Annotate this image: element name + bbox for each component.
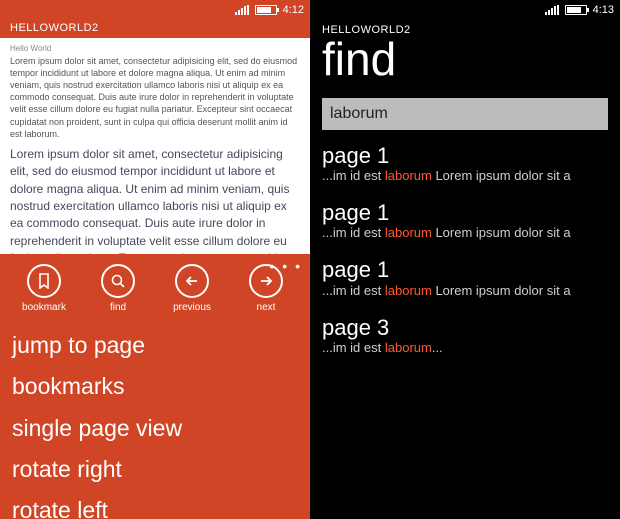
- status-bar: 4:12: [0, 0, 310, 18]
- result-page: page 3: [322, 316, 608, 340]
- search-result[interactable]: page 1...im id est laborum Lorem ipsum d…: [322, 201, 608, 240]
- menu-rotate-left[interactable]: rotate left: [12, 490, 298, 519]
- next-label: next: [257, 302, 276, 313]
- previous-button[interactable]: previous: [164, 264, 220, 313]
- overflow-menu: jump to page bookmarks single page view …: [0, 319, 310, 519]
- app-title: HELLOWORLD2: [0, 18, 310, 38]
- previous-icon: [175, 264, 209, 298]
- find-icon: [101, 264, 135, 298]
- search-input[interactable]: laborum: [322, 98, 608, 130]
- search-result[interactable]: page 1...im id est laborum Lorem ipsum d…: [322, 144, 608, 183]
- doc-paragraph-large: Lorem ipsum dolor sit amet, consectetur …: [10, 146, 300, 254]
- result-snippet: ...im id est laborum Lorem ipsum dolor s…: [322, 283, 608, 298]
- menu-jump-to-page[interactable]: jump to page: [12, 325, 298, 366]
- signal-icon: [545, 5, 559, 15]
- bookmark-label: bookmark: [22, 302, 66, 313]
- bookmark-button[interactable]: bookmark: [16, 264, 72, 313]
- doc-paragraph-small: Lorem ipsum dolor sit amet, consectetur …: [10, 55, 300, 140]
- menu-rotate-right[interactable]: rotate right: [12, 449, 298, 490]
- search-result[interactable]: page 1...im id est laborum Lorem ipsum d…: [322, 258, 608, 297]
- status-time: 4:13: [593, 4, 614, 16]
- result-page: page 1: [322, 201, 608, 225]
- result-snippet: ...im id est laborum Lorem ipsum dolor s…: [322, 168, 608, 183]
- bookmark-icon: [27, 264, 61, 298]
- document-viewport[interactable]: Hello World Lorem ipsum dolor sit amet, …: [0, 38, 310, 254]
- battery-icon: [565, 5, 587, 15]
- reader-screen: 4:12 HELLOWORLD2 Hello World Lorem ipsum…: [0, 0, 310, 519]
- previous-label: previous: [173, 302, 211, 313]
- doc-heading: Hello World: [10, 44, 300, 55]
- find-label: find: [110, 302, 126, 313]
- signal-icon: [235, 5, 249, 15]
- result-snippet: ...im id est laborum Lorem ipsum dolor s…: [322, 225, 608, 240]
- menu-bookmarks[interactable]: bookmarks: [12, 366, 298, 407]
- more-icon[interactable]: • • •: [270, 258, 302, 274]
- search-results: page 1...im id est laborum Lorem ipsum d…: [310, 144, 620, 355]
- status-time: 4:12: [283, 4, 304, 16]
- app-bar: • • • bookmark find: [0, 254, 310, 519]
- result-page: page 1: [322, 144, 608, 168]
- result-snippet: ...im id est laborum...: [322, 340, 608, 355]
- page-heading: find: [310, 36, 620, 92]
- status-bar: 4:13: [310, 0, 620, 18]
- search-result[interactable]: page 3...im id est laborum...: [322, 316, 608, 355]
- search-value: laborum: [330, 105, 388, 123]
- battery-icon: [255, 5, 277, 15]
- menu-single-page-view[interactable]: single page view: [12, 408, 298, 449]
- result-page: page 1: [322, 258, 608, 282]
- find-button[interactable]: find: [90, 264, 146, 313]
- find-screen: 4:13 HELLOWORLD2 find laborum page 1...i…: [310, 0, 620, 519]
